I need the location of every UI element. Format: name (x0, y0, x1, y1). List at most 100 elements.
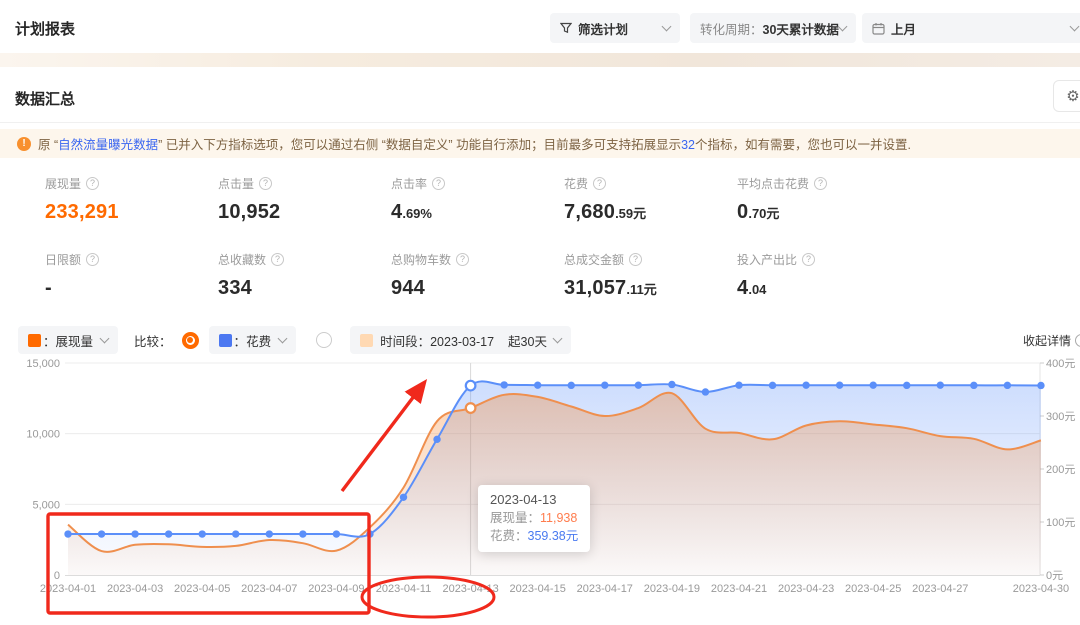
metric-card: 展现量 233,291 (45, 175, 218, 224)
filter-plan-dropdown[interactable]: 筛选计划 (550, 13, 680, 43)
help-icon[interactable] (456, 253, 469, 266)
metric-value: 10,952 (218, 201, 391, 224)
metrics-grid: 展现量 233,291 点击量 10,952 点击率 4.69% (0, 158, 1080, 300)
series2-selector[interactable]: ：花费 (209, 326, 297, 354)
notice-link-data[interactable]: 自然流量曝光数据 (58, 138, 158, 152)
metric-card: 日限额 - (45, 251, 218, 300)
help-icon[interactable] (814, 177, 827, 190)
period-label: 时间段： (380, 335, 430, 349)
series2-label: 花费 (246, 335, 271, 349)
chevron-down-icon (1070, 21, 1080, 31)
conversion-period-dropdown[interactable]: 转化周期： 30天累计数据 (690, 13, 856, 43)
month-dropdown[interactable]: 上月 (862, 13, 1080, 43)
gear-icon: ⚙ (1066, 87, 1079, 105)
help-icon[interactable] (86, 177, 99, 190)
svg-text:2023-04-27: 2023-04-27 (912, 583, 968, 595)
metric-label: 平均点击花费 (737, 175, 910, 192)
svg-text:2023-04-25: 2023-04-25 (845, 583, 901, 595)
filter-plan-label: 筛选计划 (578, 19, 628, 38)
help-icon[interactable] (86, 253, 99, 266)
svg-text:2023-04-19: 2023-04-19 (644, 583, 700, 595)
help-icon[interactable] (802, 253, 815, 266)
svg-text:2023-04-30: 2023-04-30 (1013, 583, 1069, 595)
collapse-icon (1075, 334, 1080, 347)
notice-link-count[interactable]: 32 (681, 138, 695, 152)
summary-panel: 数据汇总 ⚙ ! 原 “自然流量曝光数据” 已并入下方指标选项，您可以通过右侧 … (0, 67, 1080, 354)
metric-card: 花费 7,680.59元 (564, 175, 737, 224)
svg-text:2023-04-15: 2023-04-15 (510, 583, 566, 595)
section-head: 数据汇总 ⚙ (0, 67, 1080, 123)
warning-icon: ! (17, 137, 31, 151)
compare-radio-selected[interactable] (182, 332, 199, 349)
metric-label: 投入产出比 (737, 251, 910, 268)
metric-label: 花费 (564, 175, 737, 192)
period-swatch (360, 334, 373, 347)
svg-text:300元: 300元 (1046, 411, 1075, 423)
chevron-down-icon (553, 333, 563, 343)
metric-value: 7,680.59元 (564, 201, 737, 224)
chevron-down-icon (838, 21, 848, 31)
svg-text:10,000: 10,000 (26, 429, 60, 441)
metric-label: 总购物车数 (391, 251, 564, 268)
metric-value: - (45, 277, 218, 300)
metric-card: 总成交金额 31,057.11元 (564, 251, 737, 300)
period-selector[interactable]: 时间段：2023-03-17 起30天 (350, 326, 571, 354)
metric-card: 点击率 4.69% (391, 175, 564, 224)
help-icon[interactable] (629, 253, 642, 266)
series2-swatch (219, 334, 232, 347)
metric-label: 点击率 (391, 175, 564, 192)
calendar-icon (872, 22, 885, 35)
settings-button[interactable]: ⚙ (1053, 80, 1080, 112)
red-annotations (48, 383, 494, 617)
conversion-value: 30天累计数据 (763, 19, 839, 38)
conversion-label: 转化周期： (700, 19, 763, 38)
collapse-details-button[interactable]: 收起详情 (1023, 332, 1080, 349)
svg-text:2023-04-11: 2023-04-11 (376, 583, 431, 595)
metric-value: 4.04 (737, 277, 910, 300)
svg-text:5,000: 5,000 (32, 499, 60, 511)
metric-value: 334 (218, 277, 391, 300)
chart-tooltip: 2023-04-13 展现量：11,938 花费：359.38元 (478, 485, 590, 552)
page-title: 计划报表 (15, 18, 75, 39)
metric-value: 31,057.11元 (564, 277, 737, 300)
metric-label: 展现量 (45, 175, 218, 192)
chevron-down-icon (278, 333, 288, 343)
svg-text:15,000: 15,000 (26, 358, 60, 370)
series1-swatch (28, 334, 41, 347)
svg-text:2023-04-05: 2023-04-05 (174, 583, 230, 595)
metric-value: 0.70元 (737, 201, 910, 224)
help-icon[interactable] (432, 177, 445, 190)
svg-text:2023-04-09: 2023-04-09 (308, 583, 364, 595)
section-title: 数据汇总 (15, 91, 75, 108)
svg-text:0元: 0元 (1046, 570, 1063, 582)
month-value: 上月 (891, 19, 916, 38)
series1-label: 展现量 (56, 335, 94, 349)
metric-value: 233,291 (45, 201, 218, 224)
period-date: 2023-03-17 (430, 335, 494, 349)
svg-text:400元: 400元 (1046, 358, 1075, 370)
metric-card: 点击量 10,952 (218, 175, 391, 224)
tooltip-row: 展现量：11,938 (490, 509, 578, 527)
help-icon[interactable] (593, 177, 606, 190)
svg-text:2023-04-13: 2023-04-13 (442, 583, 498, 595)
metric-card: 投入产出比 4.04 (737, 251, 910, 300)
chart-toolbar: ：展现量 比较： ：花费 时间段：2023-03-17 起30天 收起详情 (0, 326, 1080, 354)
svg-text:2023-04-01: 2023-04-01 (40, 583, 96, 595)
metric-value: 944 (391, 277, 564, 300)
funnel-icon (560, 22, 572, 34)
compare-radio-unselected[interactable] (316, 332, 332, 348)
metric-label: 总收藏数 (218, 251, 391, 268)
metric-value: 4.69% (391, 201, 564, 224)
notice-bar: ! 原 “自然流量曝光数据” 已并入下方指标选项，您可以通过右侧 “数据自定义”… (0, 129, 1080, 158)
metric-label: 日限额 (45, 251, 218, 268)
svg-text:2023-04-07: 2023-04-07 (241, 583, 297, 595)
svg-text:2023-04-21: 2023-04-21 (711, 583, 767, 595)
series1-selector[interactable]: ：展现量 (18, 326, 118, 354)
top-header: 计划报表 筛选计划 转化周期： 30天累计数据 上月 (0, 0, 1080, 53)
svg-text:2023-04-17: 2023-04-17 (577, 583, 633, 595)
metric-card: 总购物车数 944 (391, 251, 564, 300)
help-icon[interactable] (271, 253, 284, 266)
help-icon[interactable] (259, 177, 272, 190)
compare-label: 比较： (134, 331, 172, 350)
chevron-down-icon (662, 21, 672, 31)
